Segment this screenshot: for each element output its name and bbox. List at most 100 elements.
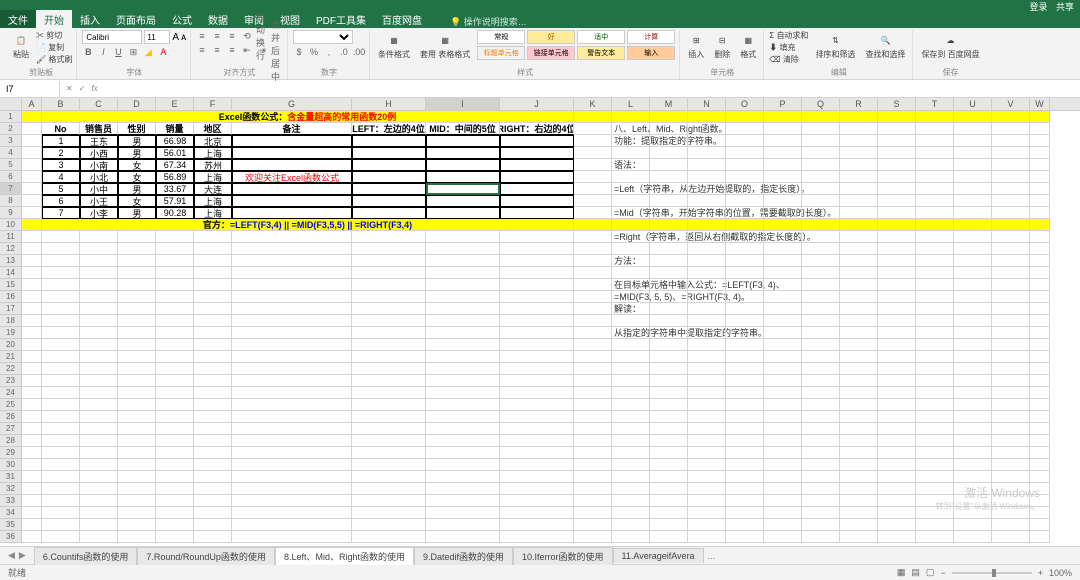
cell[interactable]: [802, 315, 840, 327]
cell[interactable]: [954, 495, 992, 507]
cell[interactable]: [764, 303, 802, 315]
cell[interactable]: [80, 495, 118, 507]
cell[interactable]: [80, 267, 118, 279]
cell[interactable]: [194, 507, 232, 519]
cell[interactable]: [194, 231, 232, 243]
cell[interactable]: [426, 447, 500, 459]
cell[interactable]: 57.91: [156, 195, 194, 207]
cell[interactable]: 上海: [194, 207, 232, 219]
cell[interactable]: [954, 531, 992, 543]
cell[interactable]: [688, 411, 726, 423]
cell[interactable]: [726, 339, 764, 351]
cell[interactable]: [80, 423, 118, 435]
cell[interactable]: [764, 351, 802, 363]
sheet-tab-6[interactable]: 6.Countifs函数的使用: [34, 547, 138, 565]
cell[interactable]: [574, 447, 612, 459]
cell[interactable]: [840, 507, 878, 519]
cell[interactable]: [840, 447, 878, 459]
cell[interactable]: [80, 447, 118, 459]
cell[interactable]: [916, 327, 954, 339]
cell[interactable]: 销量: [156, 123, 194, 135]
cell[interactable]: [840, 327, 878, 339]
cell[interactable]: [1030, 363, 1050, 375]
cell[interactable]: 北京: [194, 135, 232, 147]
cell[interactable]: [352, 363, 426, 375]
row-36[interactable]: 36: [0, 531, 21, 543]
tab-insert[interactable]: 插入: [72, 10, 108, 28]
cell[interactable]: [764, 159, 802, 171]
cell[interactable]: [916, 339, 954, 351]
cell[interactable]: [726, 423, 764, 435]
cell[interactable]: [992, 471, 1030, 483]
cell[interactable]: [574, 399, 612, 411]
row-25[interactable]: 25: [0, 399, 21, 411]
row-14[interactable]: 14: [0, 267, 21, 279]
cell[interactable]: [156, 243, 194, 255]
cell[interactable]: [878, 447, 916, 459]
cell[interactable]: [954, 447, 992, 459]
cell[interactable]: [42, 519, 80, 531]
cell[interactable]: [232, 447, 352, 459]
cell[interactable]: [352, 315, 426, 327]
cell[interactable]: [352, 435, 426, 447]
cell[interactable]: [992, 459, 1030, 471]
cell[interactable]: [500, 255, 574, 267]
cell[interactable]: [42, 231, 80, 243]
cell[interactable]: [352, 519, 426, 531]
cell[interactable]: [802, 159, 840, 171]
cell[interactable]: [1030, 507, 1050, 519]
table-format-button[interactable]: ▦套用 表格格式: [417, 30, 473, 62]
indent-inc-icon[interactable]: ⇥: [256, 44, 268, 56]
cell[interactable]: [42, 387, 80, 399]
cell[interactable]: [878, 243, 916, 255]
cell[interactable]: [992, 207, 1030, 219]
cell[interactable]: [22, 423, 42, 435]
cell[interactable]: [954, 291, 992, 303]
cell[interactable]: [1030, 267, 1050, 279]
col-U[interactable]: U: [954, 98, 992, 110]
cell[interactable]: [500, 183, 574, 195]
cell[interactable]: [802, 411, 840, 423]
row-31[interactable]: 31: [0, 471, 21, 483]
cell[interactable]: 33.67: [156, 183, 194, 195]
cell[interactable]: [1030, 471, 1050, 483]
cell[interactable]: [992, 135, 1030, 147]
align-mid-icon[interactable]: ≡: [211, 30, 223, 42]
comma-icon[interactable]: ,: [323, 46, 335, 58]
cell[interactable]: [194, 303, 232, 315]
cell[interactable]: [1030, 387, 1050, 399]
cell[interactable]: [194, 399, 232, 411]
cell[interactable]: [194, 243, 232, 255]
cell[interactable]: [118, 267, 156, 279]
cell[interactable]: [954, 267, 992, 279]
cell[interactable]: [802, 279, 840, 291]
cell[interactable]: [612, 411, 650, 423]
cell[interactable]: [42, 507, 80, 519]
cell[interactable]: [878, 411, 916, 423]
cell[interactable]: [916, 351, 954, 363]
cell[interactable]: [232, 483, 352, 495]
cell[interactable]: [878, 423, 916, 435]
cell[interactable]: [156, 447, 194, 459]
cell[interactable]: [802, 111, 840, 123]
cell[interactable]: [118, 327, 156, 339]
cell[interactable]: [764, 291, 802, 303]
cell[interactable]: [22, 447, 42, 459]
cell[interactable]: [612, 387, 650, 399]
cell[interactable]: [878, 111, 916, 123]
cell[interactable]: [916, 195, 954, 207]
cell[interactable]: [426, 507, 500, 519]
cell[interactable]: [80, 351, 118, 363]
cell[interactable]: [840, 519, 878, 531]
cell[interactable]: [80, 435, 118, 447]
cell[interactable]: [500, 327, 574, 339]
format-cell-button[interactable]: ▦格式: [737, 30, 759, 62]
cell[interactable]: [954, 471, 992, 483]
cell[interactable]: [156, 411, 194, 423]
cell[interactable]: [688, 399, 726, 411]
cell[interactable]: [840, 183, 878, 195]
cell[interactable]: [232, 303, 352, 315]
cell[interactable]: [688, 519, 726, 531]
cell[interactable]: [650, 135, 688, 147]
copy-button[interactable]: 📄 复制: [36, 42, 72, 53]
